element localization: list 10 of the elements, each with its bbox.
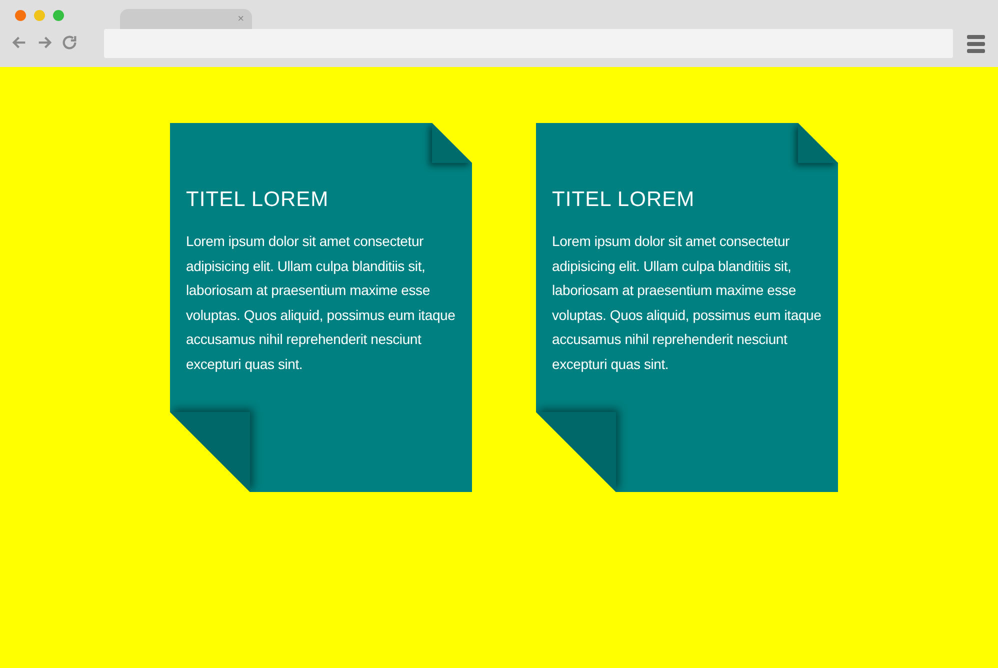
forward-arrow-icon[interactable] — [36, 34, 53, 51]
card-title: TITEL LOREM — [552, 187, 696, 213]
card-text: Lorem ipsum dolor sit amet consectetur adipisicing elit. Ullam culpa blanditiis sit, laboriosam at praesentium maxime esse voluptas. Quos aliquid, possimus eum itaque accusamus nihil reprehenderit nesciunt excepturi quas sint. — [186, 232, 456, 374]
reload-icon[interactable] — [61, 34, 78, 51]
browser-tab[interactable]: × — [120, 9, 252, 29]
card-text: Lorem ipsum dolor sit amet consectetur adipisicing elit. Ullam culpa blanditiis sit, laboriosam at praesentium maxime esse voluptas. Quos aliquid, possimus eum itaque accusamus nihil reprehenderit nesciunt excepturi quas sint. — [552, 232, 822, 374]
back-arrow-icon[interactable] — [11, 34, 28, 51]
tab-close[interactable]: × — [238, 14, 244, 24]
card-title: TITEL LOREM — [186, 187, 330, 213]
menu-icon[interactable] — [967, 34, 985, 53]
